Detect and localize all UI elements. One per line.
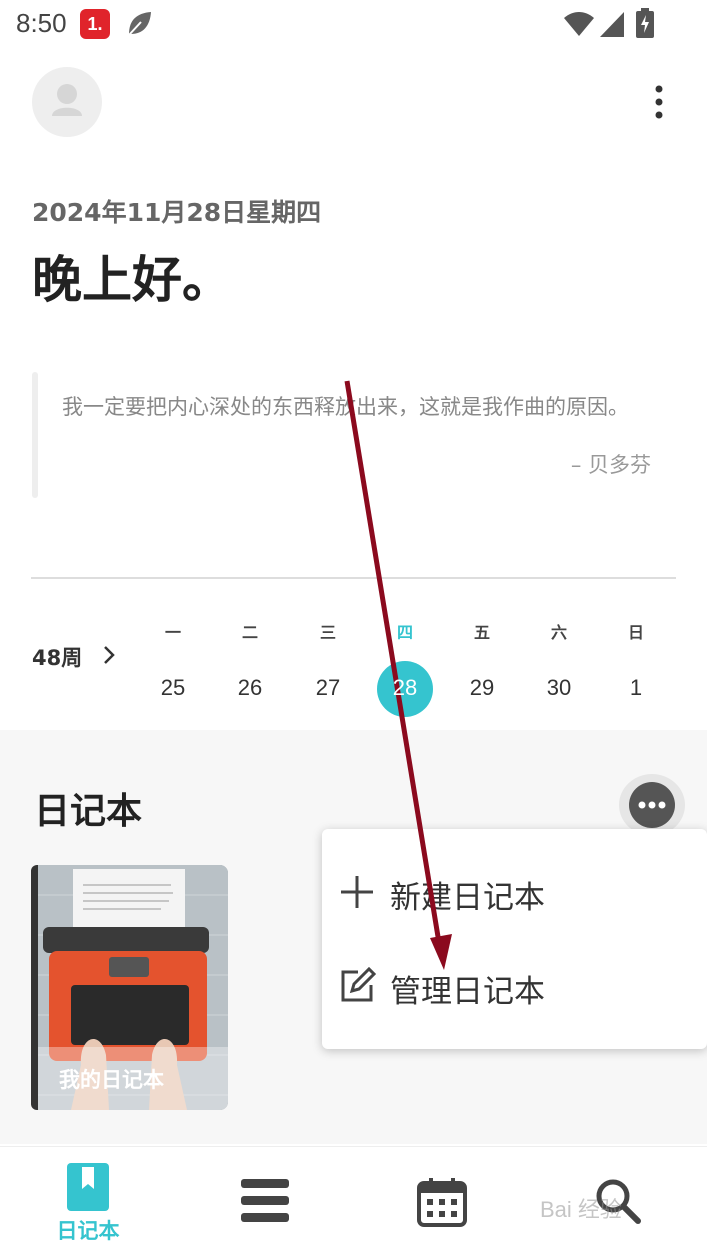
- list-icon: [241, 1179, 289, 1222]
- notebooks-title: 日记本: [34, 791, 143, 832]
- week-label[interactable]: 48周: [32, 642, 82, 672]
- notebook-title: 我的日记本: [59, 1068, 164, 1092]
- day-name: 五: [473, 623, 490, 642]
- day-number-selected: 28: [370, 661, 440, 717]
- day-wed[interactable]: 三 27: [293, 619, 363, 715]
- quote-author: – 贝多芬: [570, 453, 651, 477]
- divider: [31, 577, 676, 579]
- day-tue[interactable]: 二 26: [215, 619, 285, 715]
- nav-tab-list[interactable]: [195, 1147, 335, 1257]
- notebook-spine: [31, 865, 38, 1110]
- menu-item-label: 管理日记本: [390, 974, 545, 1010]
- calendar-icon: [417, 1178, 467, 1227]
- menu-item-label: 新建日记本: [390, 880, 545, 916]
- day-number: 25: [160, 675, 186, 700]
- battery-charging-icon: [636, 8, 654, 38]
- more-vertical-icon[interactable]: [645, 83, 673, 123]
- day-name: 日: [627, 623, 644, 642]
- day-name: 六: [550, 623, 567, 642]
- bookmark-icon: [67, 1163, 109, 1211]
- nav-tab-diary[interactable]: 日记本: [18, 1147, 158, 1257]
- quote-text: 我一定要把内心深处的东西释放出来，这就是我作曲的原因。: [62, 395, 629, 419]
- avatar[interactable]: [32, 67, 102, 137]
- current-date: 2024年11月28日星期四: [32, 198, 322, 227]
- menu-item-manage-notebooks[interactable]: 管理日记本: [322, 941, 707, 1031]
- status-bar: 8:50 1.: [0, 0, 707, 50]
- quote-bar: [32, 372, 38, 498]
- nav-tab-label: 日记本: [56, 1219, 120, 1243]
- wifi-icon: [564, 12, 594, 36]
- day-sun[interactable]: 日 1: [601, 619, 671, 715]
- day-sat[interactable]: 六 30: [524, 619, 594, 715]
- day-number: 26: [237, 675, 263, 700]
- day-fri[interactable]: 五 29: [447, 619, 517, 715]
- nav-tab-calendar[interactable]: [372, 1147, 512, 1257]
- day-name: 三: [319, 623, 336, 642]
- leaf-icon: [128, 12, 151, 36]
- day-name: 四: [396, 623, 413, 642]
- day-number: 27: [315, 675, 341, 700]
- plus-icon: [341, 876, 373, 908]
- signal-icon: [600, 12, 624, 37]
- greeting-title: 晚上好。: [32, 251, 232, 309]
- day-mon[interactable]: 一 25: [138, 619, 208, 715]
- notification-badge-icon: 1.: [80, 9, 110, 39]
- notebook-popup-menu: 新建日记本 管理日记本: [322, 829, 707, 1049]
- watermark: Bai 经验: [540, 1197, 622, 1222]
- chevron-right-icon[interactable]: [100, 644, 118, 666]
- day-name: 一: [164, 623, 181, 642]
- edit-icon: [341, 967, 376, 1002]
- day-thu-today[interactable]: 四 28: [370, 619, 440, 717]
- menu-item-new-notebook[interactable]: 新建日记本: [322, 847, 707, 937]
- person-icon: [52, 84, 82, 116]
- day-name: 二: [241, 623, 258, 642]
- status-time: 8:50: [16, 8, 67, 38]
- day-number: 29: [469, 675, 495, 700]
- day-number: 1: [629, 675, 643, 700]
- more-horizontal-icon[interactable]: [629, 782, 675, 828]
- day-number: 30: [546, 675, 572, 700]
